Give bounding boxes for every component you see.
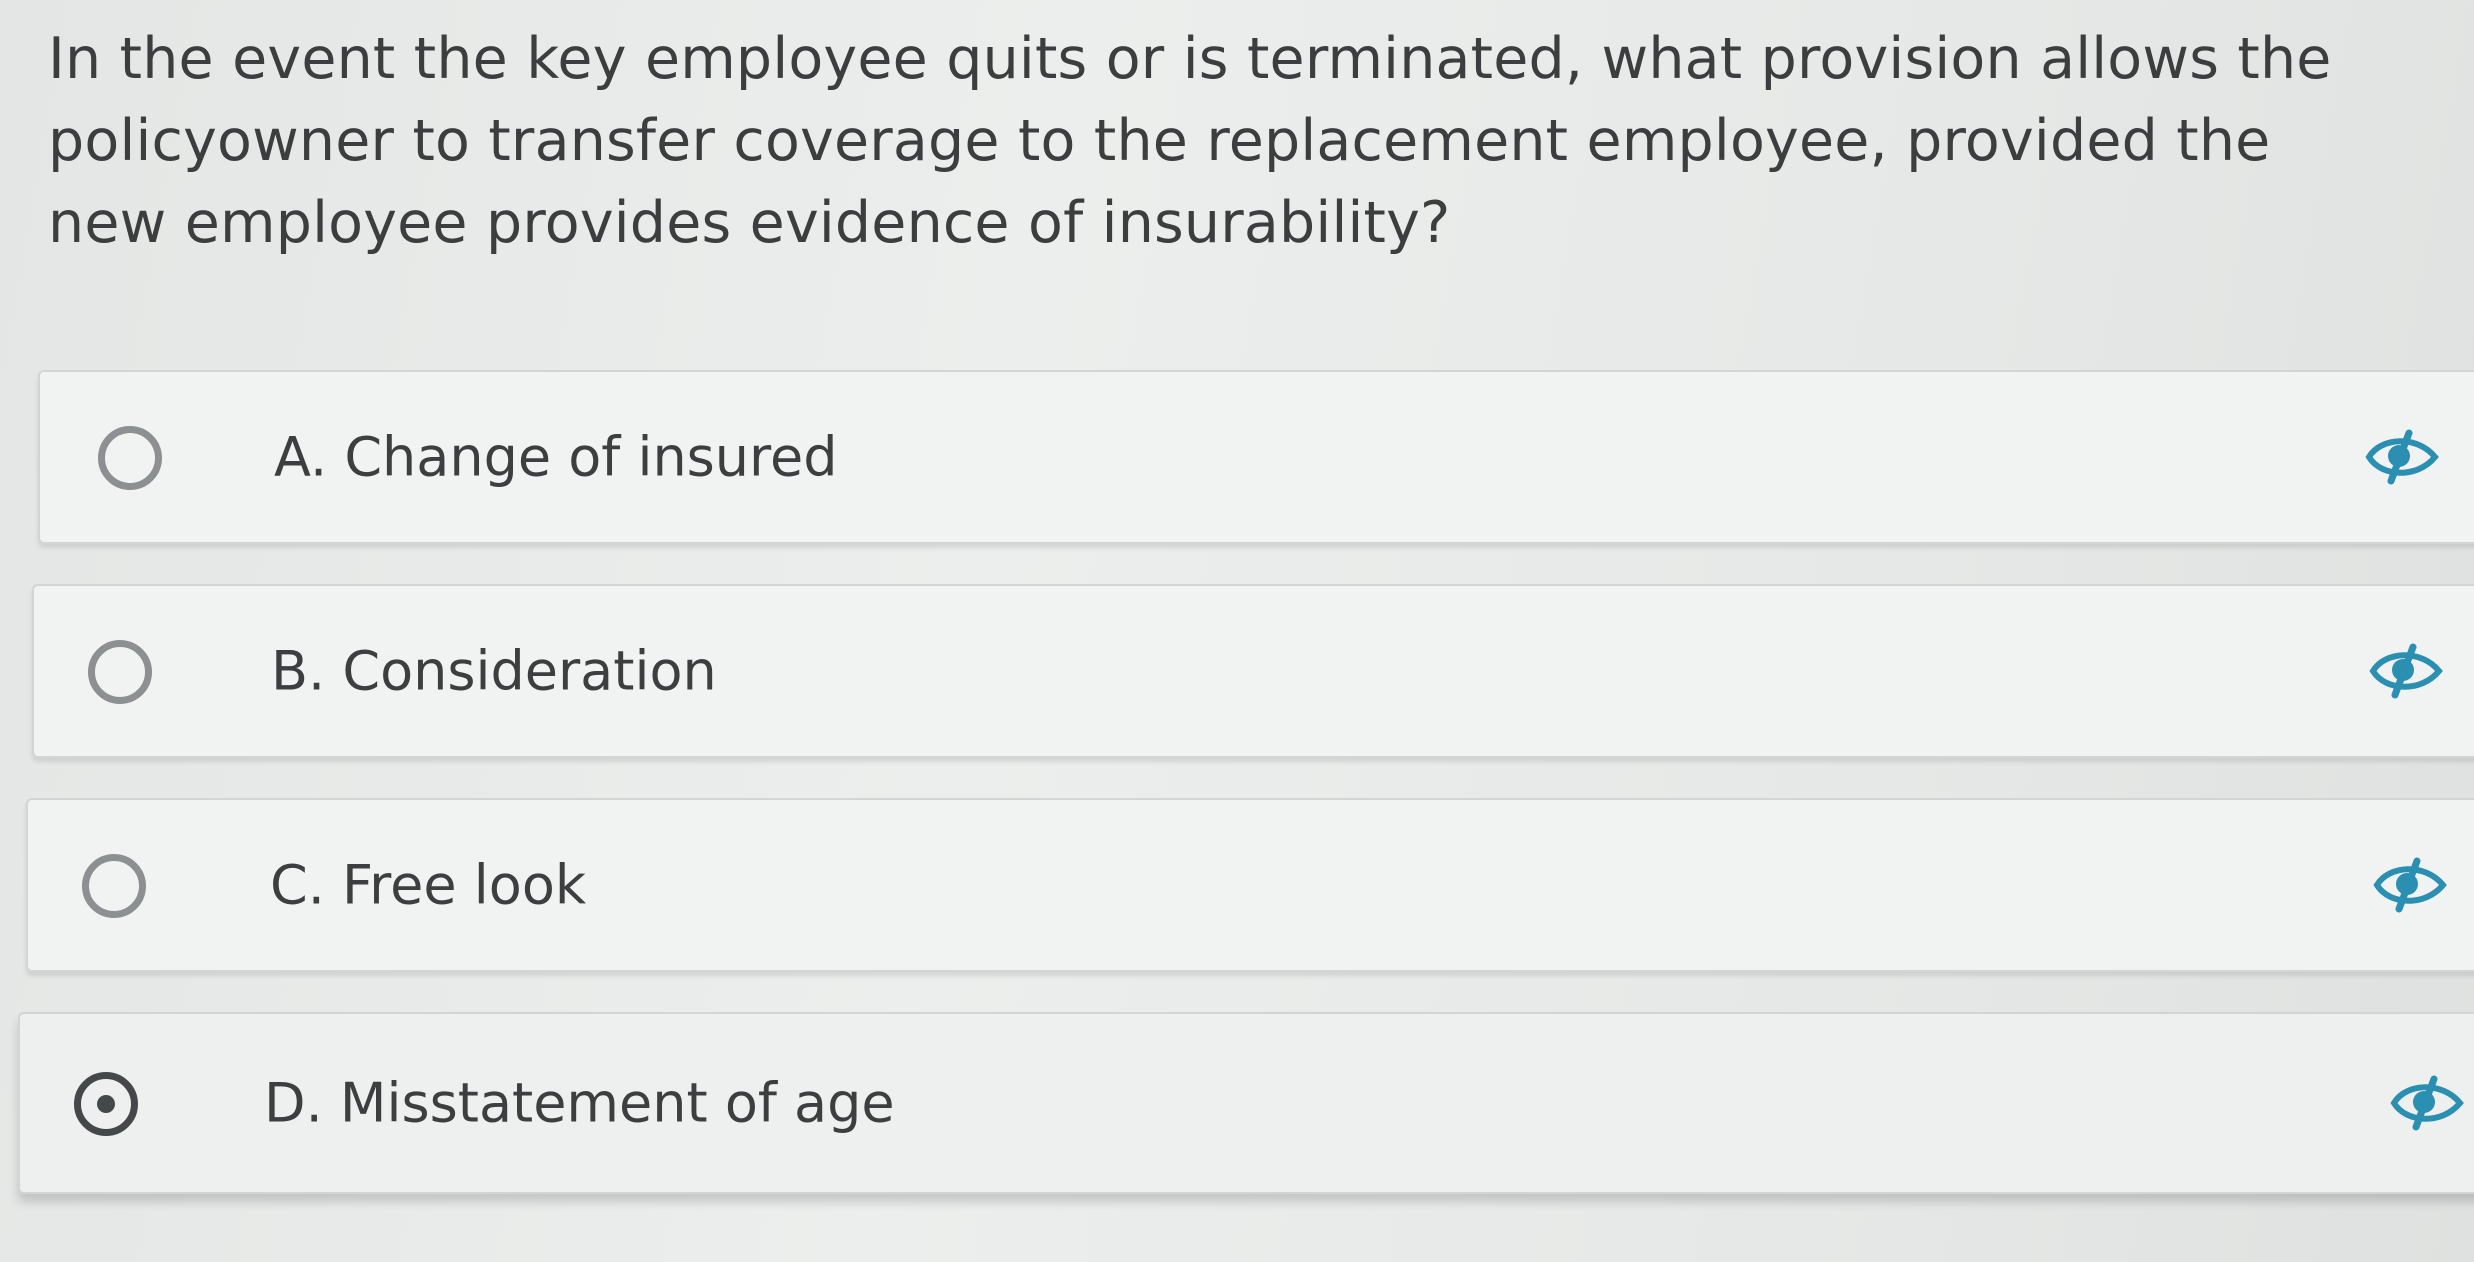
radio-button-icon[interactable] bbox=[74, 1072, 138, 1136]
eye-slash-icon[interactable] bbox=[2373, 857, 2447, 913]
option-d[interactable]: D. Misstatement of age bbox=[18, 1012, 2474, 1194]
option-b-label: B. Consideration bbox=[271, 639, 717, 703]
option-b[interactable]: B. Consideration bbox=[32, 584, 2474, 758]
eye-slash-icon[interactable] bbox=[2365, 429, 2439, 485]
answer-options: A. Change of insured B. Consideration C.… bbox=[0, 0, 2474, 1262]
eye-slash-icon[interactable] bbox=[2369, 643, 2443, 699]
quiz-page: In the event the key employee quits or i… bbox=[0, 0, 2474, 1262]
option-a[interactable]: A. Change of insured bbox=[38, 370, 2474, 544]
radio-button-icon[interactable] bbox=[98, 426, 162, 490]
option-c-label: C. Free look bbox=[270, 853, 587, 917]
radio-button-icon[interactable] bbox=[82, 854, 146, 918]
radio-selected-dot bbox=[97, 1095, 115, 1113]
radio-button-icon[interactable] bbox=[88, 640, 152, 704]
option-c[interactable]: C. Free look bbox=[26, 798, 2474, 972]
option-d-label: D. Misstatement of age bbox=[264, 1071, 895, 1135]
option-a-label: A. Change of insured bbox=[274, 425, 838, 489]
eye-slash-icon[interactable] bbox=[2390, 1075, 2464, 1131]
